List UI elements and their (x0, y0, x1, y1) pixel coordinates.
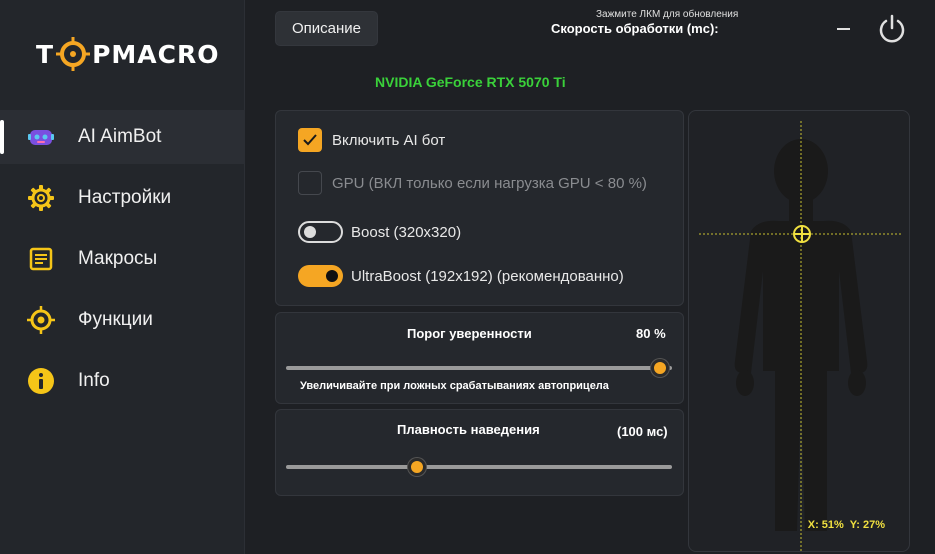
smoothness-slider-thumb[interactable] (408, 458, 427, 476)
sidebar-item-info[interactable]: Info (0, 354, 245, 408)
confidence-note: Увеличивайте при ложных срабатываниях ав… (300, 380, 609, 392)
sidebar-item-ai-aimbot[interactable]: AI AimBot (0, 110, 245, 164)
target-y: Y: 27% (849, 519, 885, 531)
options-panel: Включить AI бот GPU (ВКЛ только если наг… (275, 110, 684, 306)
sidebar: T PMACRO AI AimBot Настройки Макросы Фун… (0, 0, 245, 554)
checkbox-label: Включить AI бот (332, 131, 446, 149)
target-preview[interactable]: X: 51% Y: 27% (688, 110, 910, 552)
sidebar-item-macros[interactable]: Макросы (0, 232, 245, 286)
target-x: X: 51% (807, 519, 844, 531)
minimize-button[interactable] (836, 18, 852, 38)
target-coordinates: X: 51% Y: 27% (808, 519, 885, 531)
info-icon (26, 366, 56, 396)
sidebar-item-label: Функции (78, 309, 153, 330)
sidebar-item-functions[interactable]: Функции (0, 293, 245, 347)
enable-ai-checkbox[interactable]: Включить AI бот (298, 128, 445, 152)
checkmark-icon (298, 128, 322, 152)
sidebar-nav: AI AimBot Настройки Макросы Функции Info (0, 110, 245, 415)
toggle-switch (298, 221, 343, 243)
smoothness-panel: Плавность наведения (100 мс) (275, 409, 684, 496)
logo-text-right: PMACRO (92, 39, 220, 69)
speed-hint: Зажмите ЛКМ для обновления (596, 9, 739, 20)
speed-label[interactable]: Скорость обработки (mc): (551, 21, 719, 36)
document-icon (26, 244, 56, 274)
gpu-checkbox[interactable]: GPU (ВКЛ только если нагрузка GPU < 80 %… (298, 171, 647, 195)
sidebar-item-label: AI AimBot (78, 126, 162, 147)
toggle-switch (298, 265, 343, 287)
app-logo: T PMACRO (36, 34, 219, 74)
logo-text-left: T (36, 39, 55, 69)
checkbox-label: GPU (ВКЛ только если нагрузка GPU < 80 %… (332, 174, 647, 192)
confidence-value: 80 % (636, 326, 666, 341)
target-crosshair-icon (793, 225, 811, 243)
confidence-slider-thumb[interactable] (651, 359, 670, 377)
smoothness-value: (100 мс) (617, 424, 668, 439)
toggle-label: UltraBoost (192x192) (рекомендованно) (351, 267, 624, 285)
smoothness-slider-track[interactable] (286, 465, 672, 469)
robot-icon (26, 122, 56, 152)
power-icon[interactable] (876, 13, 908, 45)
sidebar-item-settings[interactable]: Настройки (0, 171, 245, 225)
ultraboost-toggle[interactable]: UltraBoost (192x192) (рекомендованно) (298, 265, 624, 287)
smoothness-title: Плавность наведения (397, 422, 540, 437)
confidence-panel: Порог уверенности 80 % Увеличивайте при … (275, 312, 684, 404)
boost-toggle[interactable]: Boost (320x320) (298, 221, 461, 243)
sidebar-item-label: Info (78, 370, 110, 391)
gpu-name: NVIDIA GeForce RTX 5070 Ti (375, 74, 566, 90)
checkbox-box (298, 171, 322, 195)
logo-crosshair-icon (56, 37, 91, 71)
silhouette-figure (699, 121, 901, 551)
description-button[interactable]: Описание (275, 11, 378, 46)
confidence-slider-track[interactable] (286, 366, 672, 370)
crosshair-icon (26, 305, 56, 335)
confidence-title: Порог уверенности (407, 326, 532, 341)
sidebar-item-label: Настройки (78, 187, 172, 208)
sidebar-item-label: Макросы (78, 248, 158, 269)
toggle-label: Boost (320x320) (351, 223, 462, 241)
gear-icon (26, 183, 56, 213)
